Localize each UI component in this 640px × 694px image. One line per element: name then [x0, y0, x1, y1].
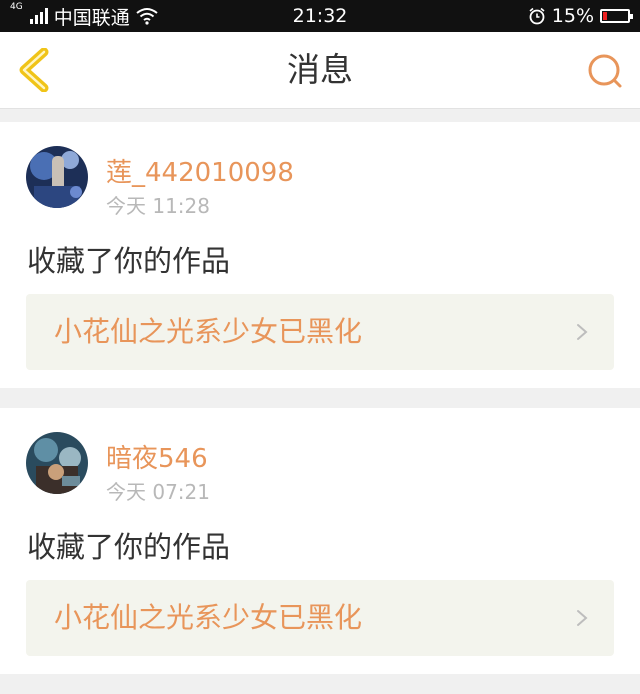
message-time: 今天 07:21 [106, 480, 210, 504]
work-link[interactable]: 小花仙之光系少女已黑化 [26, 580, 614, 656]
status-right: 15% [528, 5, 633, 27]
page-title: 消息 [287, 50, 353, 89]
signal-icon [29, 8, 48, 24]
alarm-icon [529, 7, 545, 25]
message-card: 暗夜546 今天 07:21 收藏了你的作品 小花仙之光系少女已黑化 [0, 408, 640, 674]
search-button[interactable] [586, 52, 626, 92]
network-type: 4G [10, 1, 23, 12]
carrier-name: 中国联通 [53, 6, 130, 29]
status-bar: 4G 中国联通 21:32 15% [0, 0, 640, 32]
battery-level-fill [603, 12, 607, 20]
status-left: 4G 中国联通 [10, 1, 158, 30]
chevron-right-icon [577, 610, 588, 626]
wifi-icon [136, 8, 158, 25]
message-card: 莲_442010098 今天 11:28 收藏了你的作品 小花仙之光系少女已黑化 [0, 122, 640, 388]
chevron-right-icon [577, 324, 588, 340]
avatar[interactable] [26, 432, 88, 494]
message-list: 莲_442010098 今天 11:28 收藏了你的作品 小花仙之光系少女已黑化… [0, 122, 640, 694]
work-link[interactable]: 小花仙之光系少女已黑化 [26, 294, 614, 370]
message-time: 今天 11:28 [106, 194, 210, 218]
work-title: 小花仙之光系少女已黑化 [54, 601, 363, 634]
action-text: 收藏了你的作品 [27, 244, 231, 278]
action-text: 收藏了你的作品 [27, 530, 231, 564]
username[interactable]: 莲_442010098 [106, 152, 294, 189]
work-title: 小花仙之光系少女已黑化 [54, 315, 363, 348]
username[interactable]: 暗夜546 [106, 438, 208, 475]
nav-bar: 消息 [0, 32, 640, 109]
battery-percent: 15% [551, 5, 594, 27]
battery-icon [600, 9, 633, 23]
avatar[interactable] [26, 146, 88, 208]
search-icon [588, 54, 622, 88]
